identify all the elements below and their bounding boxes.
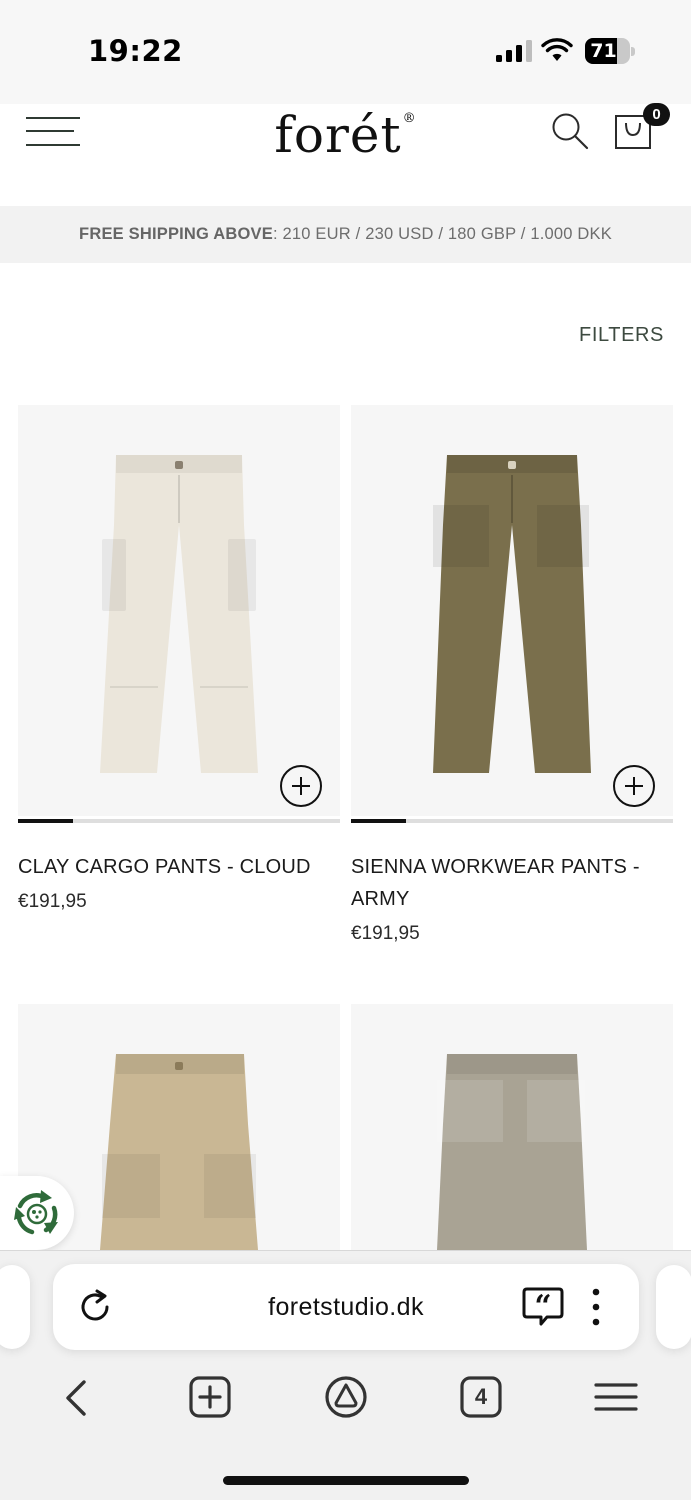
address-bar[interactable]: foretstudio.dk “ [53, 1264, 639, 1350]
hamburger-menu-icon[interactable] [26, 117, 80, 147]
new-tab-icon[interactable] [183, 1372, 237, 1424]
product-image[interactable] [351, 405, 673, 816]
status-bar: 19:22 71 [0, 0, 691, 104]
battery-icon: 71 [585, 38, 635, 64]
product-name[interactable]: CLAY CARGO PANTS - CLOUD [18, 852, 340, 884]
filters-button[interactable]: FILTERS [579, 324, 664, 347]
product-card[interactable] [351, 1004, 673, 1250]
image-gallery-progress [18, 819, 340, 823]
pants-image [437, 1054, 587, 1250]
add-to-cart-button[interactable] [280, 765, 322, 807]
product-image[interactable] [18, 405, 340, 816]
more-vertical-icon[interactable] [585, 1286, 607, 1328]
previous-tab-preview[interactable] [0, 1265, 30, 1349]
cellular-signal-icon [496, 40, 532, 62]
back-icon[interactable] [48, 1372, 102, 1424]
tabs-icon[interactable]: 4 [454, 1372, 508, 1424]
workwear-pants-image [433, 455, 591, 773]
shipping-banner: FREE SHIPPING ABOVE: 210 EUR / 230 USD /… [0, 206, 691, 263]
cart-count-badge: 0 [643, 103, 670, 126]
tab-count: 4 [474, 1384, 488, 1409]
wifi-icon [541, 38, 573, 61]
cargo-pants-image [100, 455, 258, 773]
logo-registered-mark: ® [402, 111, 417, 126]
quote-icon[interactable]: “ [521, 1286, 565, 1328]
status-time: 19:22 [88, 34, 183, 68]
product-image[interactable] [351, 1004, 673, 1250]
shipping-value: : 210 EUR / 230 USD / 180 GBP / 1.000 DK… [272, 225, 612, 243]
product-price: €191,95 [351, 923, 420, 944]
add-to-cart-button[interactable] [613, 765, 655, 807]
foret-logo[interactable]: forét® [274, 106, 416, 164]
battery-percent: 71 [590, 40, 617, 62]
site-header: forét® 0 [0, 103, 691, 206]
recycle-badge[interactable] [0, 1176, 74, 1250]
svg-text:“: “ [534, 1289, 551, 1324]
next-tab-preview[interactable] [656, 1265, 691, 1349]
browser-menu-icon[interactable] [589, 1372, 643, 1424]
recycle-icon [14, 1190, 58, 1235]
image-gallery-progress [351, 819, 673, 823]
logo-text: forét [274, 106, 402, 164]
reload-icon[interactable] [77, 1288, 115, 1326]
product-name[interactable]: SIENNA WORKWEAR PANTS - ARMY [351, 852, 673, 915]
product-card[interactable]: CLAY CARGO PANTS - CLOUD €191,95 [18, 405, 340, 925]
home-indicator[interactable] [223, 1476, 469, 1485]
search-icon[interactable] [551, 112, 589, 150]
shipping-label: FREE SHIPPING ABOVE [79, 225, 273, 243]
product-card[interactable]: SIENNA WORKWEAR PANTS - ARMY €191,95 [351, 405, 673, 965]
home-icon[interactable] [319, 1372, 373, 1424]
product-price: €191,95 [18, 891, 87, 912]
